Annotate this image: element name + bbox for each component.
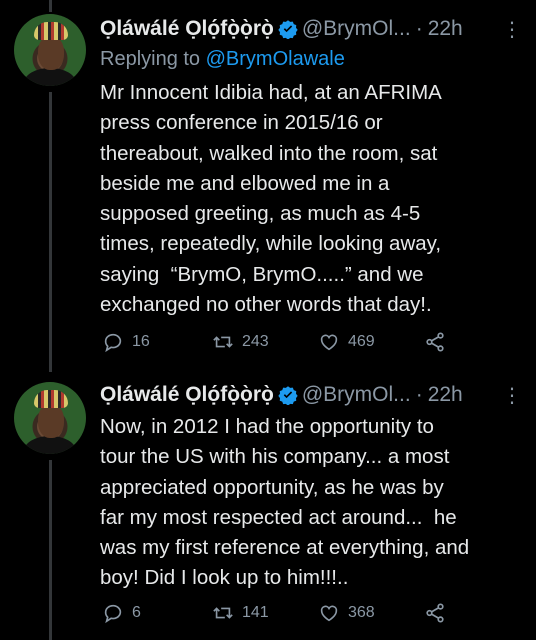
timestamp[interactable]: 22h bbox=[428, 17, 463, 41]
tweet-text: Mr Innocent Idibia had, at an AFRIMA pre… bbox=[100, 81, 442, 317]
retweet-count: 243 bbox=[242, 333, 269, 350]
tweet-actions: 6 141 368 bbox=[102, 602, 522, 628]
tweet-header: Ọláwálé Ọlọ́fọ̀ọ̀rọ̀ @BrymOl... · 22h ⋮ bbox=[100, 380, 522, 410]
share-button[interactable] bbox=[424, 602, 454, 624]
retweet-icon bbox=[213, 607, 233, 619]
replying-handle-link[interactable]: @BrymOlawale bbox=[206, 48, 345, 70]
like-button[interactable]: 368 bbox=[318, 602, 375, 624]
tweet-2[interactable]: Ọláwálé Ọlọ́fọ̀ọ̀rọ̀ @BrymOl... · 22h ⋮ … bbox=[0, 372, 536, 640]
replying-to: Replying to @BrymOlawale bbox=[100, 48, 522, 76]
separator: · bbox=[415, 383, 423, 406]
reply-count: 6 bbox=[132, 604, 141, 621]
more-options-icon[interactable]: ⋮ bbox=[502, 383, 522, 408]
reply-button[interactable]: 6 bbox=[102, 602, 141, 624]
like-count: 469 bbox=[348, 333, 375, 350]
replying-label: Replying to bbox=[100, 48, 206, 70]
tweet-actions: 16 243 469 bbox=[102, 331, 522, 357]
thread-line-top bbox=[49, 0, 52, 12]
heart-icon bbox=[320, 334, 338, 351]
verified-badge-icon bbox=[278, 386, 298, 405]
share-icon bbox=[426, 332, 444, 352]
retweet-count: 141 bbox=[242, 604, 269, 621]
like-button[interactable]: 469 bbox=[318, 331, 375, 353]
share-icon bbox=[426, 603, 444, 623]
display-name[interactable]: Ọláwálé Ọlọ́fọ̀ọ̀rọ̀ bbox=[100, 17, 274, 41]
avatar[interactable] bbox=[14, 14, 86, 86]
verified-badge-icon bbox=[278, 20, 298, 39]
thread-line bbox=[49, 92, 52, 372]
display-name[interactable]: Ọláwálé Ọlọ́fọ̀ọ̀rọ̀ bbox=[100, 383, 274, 407]
heart-icon bbox=[320, 605, 338, 622]
tweet-1[interactable]: Ọláwálé Ọlọ́fọ̀ọ̀rọ̀ @BrymOl... · 22h ⋮ … bbox=[0, 0, 536, 372]
reply-icon bbox=[104, 604, 122, 624]
reply-button[interactable]: 16 bbox=[102, 331, 150, 353]
retweet-button[interactable]: 141 bbox=[212, 602, 269, 624]
avatar[interactable] bbox=[14, 382, 86, 454]
tweet-header: Ọláwálé Ọlọ́fọ̀ọ̀rọ̀ @BrymOl... · 22h ⋮ bbox=[100, 14, 522, 44]
retweet-icon bbox=[213, 336, 233, 348]
reply-count: 16 bbox=[132, 333, 150, 350]
retweet-button[interactable]: 243 bbox=[212, 331, 269, 353]
more-options-icon[interactable]: ⋮ bbox=[502, 17, 522, 42]
timestamp[interactable]: 22h bbox=[428, 383, 463, 407]
share-button[interactable] bbox=[424, 331, 454, 353]
handle[interactable]: @BrymOl... bbox=[302, 383, 411, 407]
tweet-text: Now, in 2012 I had the opportunity to to… bbox=[100, 415, 470, 590]
handle[interactable]: @BrymOl... bbox=[302, 17, 411, 41]
separator: · bbox=[415, 17, 423, 40]
reply-icon bbox=[104, 333, 122, 353]
like-count: 368 bbox=[348, 604, 375, 621]
thread-line bbox=[49, 460, 52, 640]
